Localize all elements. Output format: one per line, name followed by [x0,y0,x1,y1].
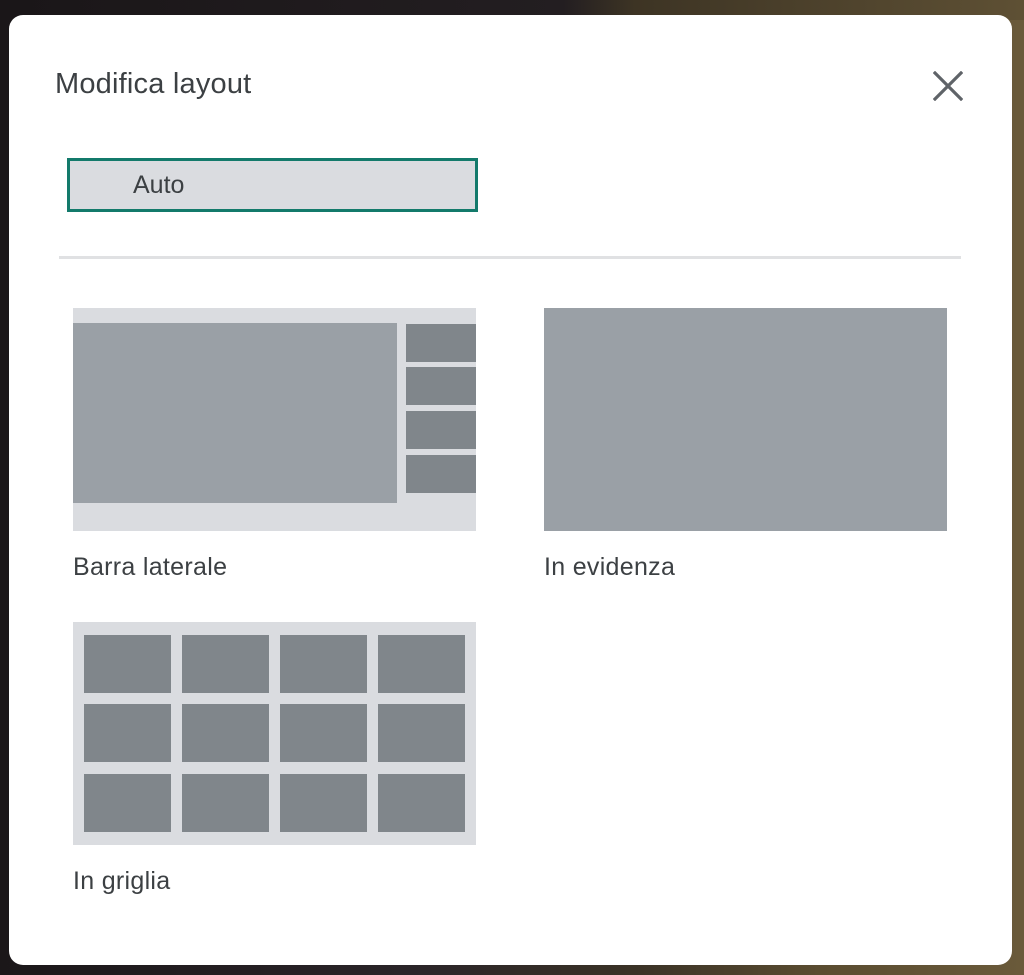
grid-tile [378,774,465,832]
grid-tile [84,774,171,832]
spotlight-layout-thumbnail [544,308,947,531]
grid-tile [182,774,269,832]
layout-option-label: In evidenza [544,553,676,581]
grid-tile [280,774,367,832]
layout-option-spotlight[interactable]: In evidenza [544,308,947,598]
divider [59,256,961,259]
layout-option-sidebar[interactable]: Barra laterale [73,308,476,598]
sidebar-main-tile [73,323,397,503]
layout-option-grid[interactable]: In griglia [73,622,476,912]
grid-tile [182,704,269,762]
grid-tile [378,635,465,693]
layout-option-auto-label: Auto [133,170,185,199]
layout-option-label: Barra laterale [73,553,228,581]
change-layout-dialog: Modifica layout Auto Barra laterale In e… [9,15,1012,965]
close-button[interactable] [923,63,973,109]
sidebar-small-tile [406,324,476,362]
grid-tile [182,635,269,693]
close-icon [933,71,963,101]
layout-option-auto[interactable]: Auto [67,158,478,212]
grid-tile [280,704,367,762]
sidebar-small-tile [406,455,476,493]
layout-option-label: In griglia [73,867,171,895]
sidebar-small-tile [406,411,476,449]
grid-tile [84,704,171,762]
dialog-title: Modifica layout [55,68,252,100]
grid-layout-thumbnail [73,622,476,845]
sidebar-layout-thumbnail [73,308,476,531]
grid-tile [84,635,171,693]
sidebar-small-tile [406,367,476,405]
grid-tile [378,704,465,762]
grid-tile [280,635,367,693]
